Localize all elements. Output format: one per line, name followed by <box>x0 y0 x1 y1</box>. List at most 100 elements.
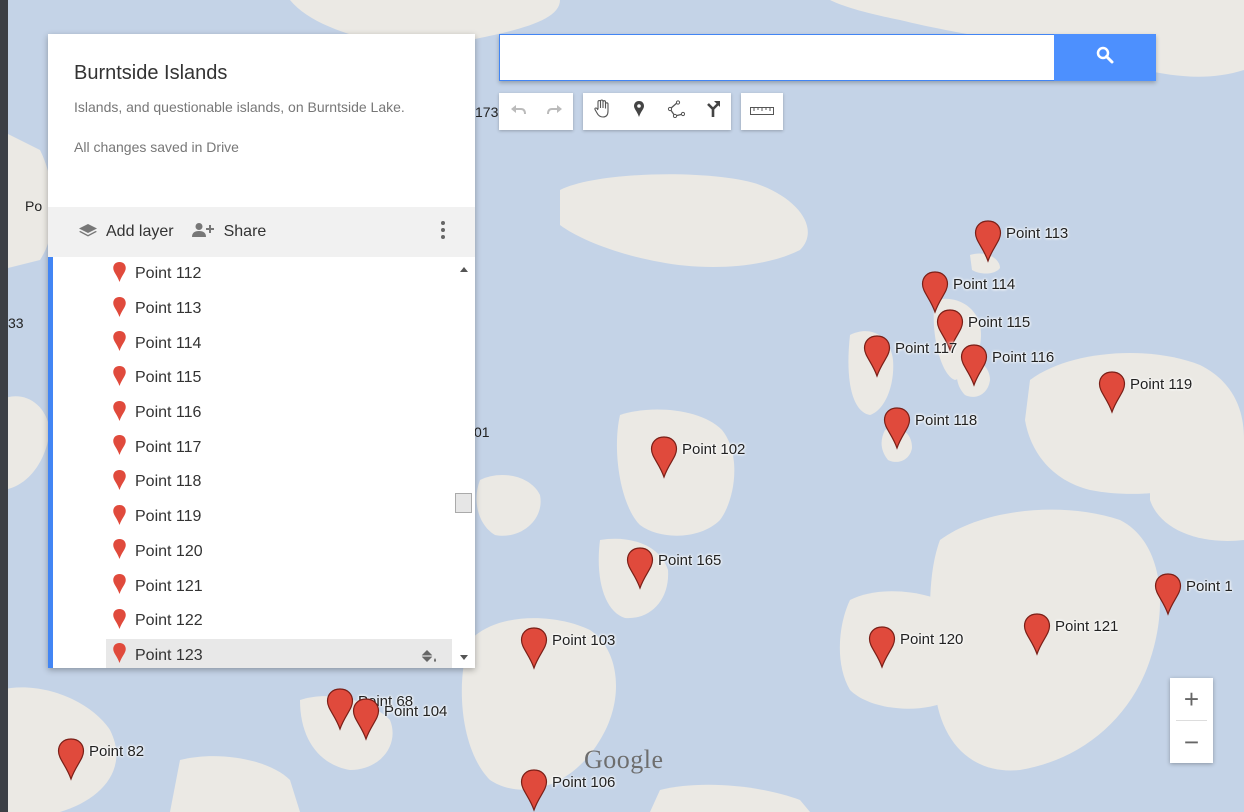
pan-button[interactable] <box>583 93 620 130</box>
map-title[interactable]: Burntside Islands <box>74 62 449 85</box>
map-marker-icon[interactable] <box>974 219 1002 263</box>
list-item[interactable]: Point 121 <box>106 569 452 604</box>
list-item-label: Point 116 <box>135 404 202 422</box>
map-marker-icon[interactable] <box>1023 612 1051 656</box>
map-marker-icon[interactable] <box>520 626 548 670</box>
map-marker-icon[interactable] <box>326 687 354 731</box>
more-vert-icon[interactable] <box>441 221 447 242</box>
list-item-label: Point 115 <box>135 369 202 387</box>
map-marker-icon[interactable] <box>520 768 548 812</box>
scroll-down-arrow-icon[interactable] <box>460 655 468 660</box>
draw-line-button[interactable] <box>657 93 694 130</box>
paint-bucket-icon[interactable] <box>418 649 438 668</box>
edge-label: 173 <box>475 104 499 120</box>
marker-icon <box>112 261 127 288</box>
marker-icon <box>112 296 127 323</box>
list-item-label: Point 114 <box>135 334 202 352</box>
map-left-edge <box>0 0 8 812</box>
list-item[interactable]: Point 123 <box>106 638 452 668</box>
scroll-thumb[interactable] <box>455 493 472 513</box>
map-marker-icon[interactable] <box>863 334 891 378</box>
list-item-label: Point 120 <box>135 542 203 560</box>
list-item-label: Point 121 <box>135 577 203 595</box>
measure-button[interactable] <box>741 93 783 130</box>
feature-list: Point 112 Point 113 Point 114 Point 115 Poin… <box>106 257 452 668</box>
add-person-icon <box>190 222 224 243</box>
undo-icon <box>510 103 526 121</box>
list-item[interactable]: Point 122 <box>106 604 452 639</box>
redo-icon <box>546 103 563 121</box>
list-item[interactable]: Point 112 <box>106 257 452 292</box>
layers-icon <box>78 223 106 242</box>
list-item[interactable]: Point 114 <box>106 326 452 361</box>
map-marker-label: Point 103 <box>552 632 616 649</box>
marker-icon <box>112 538 127 565</box>
marker-icon <box>112 642 127 668</box>
search-bar <box>499 34 1156 81</box>
redo-button[interactable] <box>536 93 573 130</box>
zoom-control: + − <box>1170 678 1213 763</box>
list-item-label: Point 119 <box>135 508 202 526</box>
list-item-label: Point 112 <box>135 265 202 283</box>
map-marker-icon[interactable] <box>650 435 678 479</box>
map-description[interactable]: Islands, and questionable islands, on Bu… <box>74 99 434 116</box>
add-marker-icon <box>633 100 645 123</box>
panel-header: Burntside Islands Islands, and questiona… <box>48 34 475 207</box>
map-marker-icon[interactable] <box>960 343 988 387</box>
add-layer-button[interactable]: Add layer <box>78 223 174 242</box>
scroll-up-arrow-icon[interactable] <box>460 267 468 272</box>
add-marker-button[interactable] <box>620 93 657 130</box>
search-button[interactable] <box>1054 34 1156 81</box>
map-marker-icon[interactable] <box>626 546 654 590</box>
history-group <box>499 93 573 130</box>
map-marker-label: Point 119 <box>1130 376 1193 393</box>
zoom-out-button[interactable]: − <box>1170 721 1213 763</box>
map-marker-icon[interactable] <box>1098 370 1126 414</box>
map-marker-label: Point 102 <box>682 441 746 458</box>
list-item-label: Point 118 <box>135 473 202 491</box>
hand-pan-icon <box>593 99 611 124</box>
edge-label: 33 <box>8 315 24 331</box>
directions-icon <box>705 100 721 123</box>
directions-button[interactable] <box>694 93 731 130</box>
map-marker-icon[interactable] <box>868 625 896 669</box>
map-marker-icon[interactable] <box>883 406 911 450</box>
google-logo: Google <box>584 745 664 774</box>
list-item[interactable]: Point 115 <box>106 361 452 396</box>
list-item[interactable]: Point 117 <box>106 430 452 465</box>
marker-icon <box>112 434 127 461</box>
zoom-in-button[interactable]: + <box>1170 678 1213 720</box>
share-label: Share <box>223 223 267 240</box>
map-marker-label: Point 114 <box>953 276 1016 293</box>
map-marker-icon[interactable] <box>57 737 85 781</box>
marker-icon <box>112 400 127 427</box>
search-input[interactable] <box>499 34 1054 81</box>
map-marker-label: Point 113 <box>1006 225 1069 242</box>
add-layer-label: Add layer <box>106 223 174 240</box>
marker-icon <box>112 504 127 531</box>
map-marker-icon[interactable] <box>352 697 380 741</box>
map-marker-icon[interactable] <box>1154 572 1182 616</box>
list-item[interactable]: Point 119 <box>106 500 452 535</box>
map-marker-label: Point 104 <box>384 703 448 720</box>
list-item-label: Point 122 <box>135 612 203 630</box>
draw-tools-group <box>583 93 731 130</box>
list-item-label: Point 117 <box>135 438 202 456</box>
save-status: All changes saved in Drive <box>74 139 239 155</box>
list-item[interactable]: Point 116 <box>106 396 452 431</box>
list-item[interactable]: Point 118 <box>106 465 452 500</box>
map-marker-label: Point 1 <box>1186 578 1233 595</box>
ruler-icon <box>750 103 774 121</box>
marker-icon <box>112 365 127 392</box>
layer-bar: Add layer Share <box>48 207 475 257</box>
list-scrollbar[interactable] <box>452 257 475 668</box>
map-toolbar <box>499 93 793 130</box>
marker-icon <box>112 573 127 600</box>
undo-button[interactable] <box>499 93 536 130</box>
list-item[interactable]: Point 120 <box>106 535 452 570</box>
list-item[interactable]: Point 113 <box>106 292 452 327</box>
share-button[interactable]: Share <box>190 222 267 243</box>
map-marker-label: Point 106 <box>552 774 616 791</box>
map-marker-label: Point 82 <box>89 743 145 760</box>
search-icon <box>1096 46 1114 69</box>
